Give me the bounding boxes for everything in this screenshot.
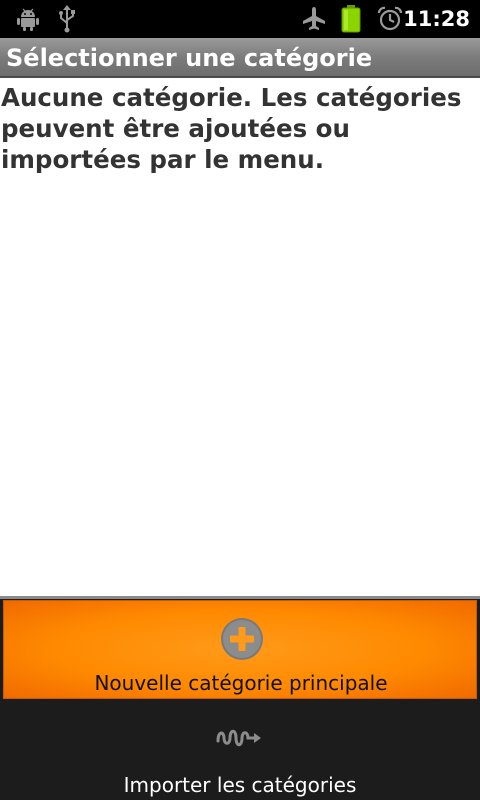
status-time: 11:28: [403, 7, 470, 31]
alarm-icon: [376, 4, 404, 34]
import-icon: [215, 723, 265, 753]
status-bar: 11:28: [0, 0, 480, 38]
import-categories-button[interactable]: Importer les catégories: [0, 703, 480, 800]
title-bar: Sélectionner une catégorie: [0, 38, 480, 78]
screen: 11:28 Sélectionner une catégorie Aucune …: [0, 0, 480, 800]
airplane-mode-icon: [300, 4, 328, 34]
new-main-category-button[interactable]: Nouvelle catégorie principale: [3, 600, 477, 699]
new-main-category-label: Nouvelle catégorie principale: [94, 671, 388, 695]
import-categories-label: Importer les catégories: [123, 773, 357, 797]
android-debug-icon: [14, 4, 42, 34]
battery-icon: [339, 4, 363, 34]
usb-icon: [54, 4, 80, 34]
add-icon: [220, 617, 264, 661]
empty-state-message: Aucune catégorie. Les catégories peuvent…: [1, 83, 462, 174]
page-title: Sélectionner une catégorie: [6, 44, 373, 72]
